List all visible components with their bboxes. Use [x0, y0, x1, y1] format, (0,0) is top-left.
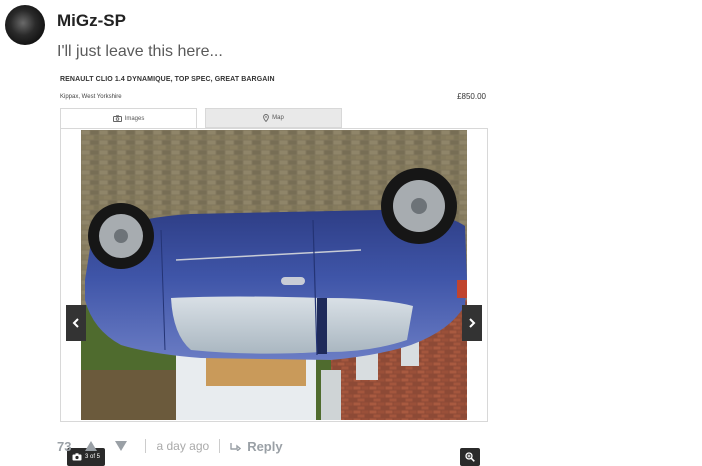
tab-map-label: Map — [272, 115, 284, 121]
avatar[interactable] — [5, 5, 45, 45]
upvote-button[interactable] — [85, 441, 98, 451]
comment-username[interactable]: MiGz-SP — [57, 11, 126, 31]
downvote-icon — [115, 441, 128, 451]
listing-title: RENAULT CLIO 1.4 DYNAMIQUE, TOP SPEC, GR… — [60, 76, 275, 83]
tab-images[interactable]: Images — [60, 108, 197, 128]
zoom-in-icon — [465, 452, 475, 462]
downvote-button[interactable] — [115, 441, 128, 451]
divider — [219, 439, 221, 453]
map-pin-icon — [263, 114, 270, 122]
car-photo-graphic — [81, 130, 467, 420]
reply-button[interactable]: Reply — [230, 438, 283, 454]
embedded-listing: RENAULT CLIO 1.4 DYNAMIQUE, TOP SPEC, GR… — [60, 76, 488, 466]
camera-icon — [112, 115, 122, 122]
tab-images-label: Images — [124, 115, 145, 122]
listing-photo[interactable] — [81, 130, 467, 420]
image-gallery: 3 of 5 — [60, 128, 488, 466]
comment-footer: 73 a day ago Reply — [57, 437, 283, 455]
gallery-prev-button[interactable] — [66, 305, 86, 341]
chevron-right-icon — [469, 318, 476, 328]
tab-map[interactable]: Map — [205, 108, 342, 128]
reply-label: Reply — [247, 438, 283, 454]
zoom-button[interactable] — [460, 448, 480, 466]
reply-icon — [230, 442, 242, 451]
upvote-icon — [85, 441, 98, 451]
divider — [145, 439, 147, 453]
comment-score: 73 — [57, 438, 72, 454]
chevron-left-icon — [72, 318, 79, 328]
comment-timestamp[interactable]: a day ago — [156, 439, 209, 453]
listing-price: £850.00 — [457, 92, 486, 101]
gallery-next-button[interactable] — [462, 305, 482, 341]
comment-text: I'll just leave this here... — [57, 43, 223, 60]
listing-location: Kippax, West Yorkshire — [60, 94, 122, 100]
